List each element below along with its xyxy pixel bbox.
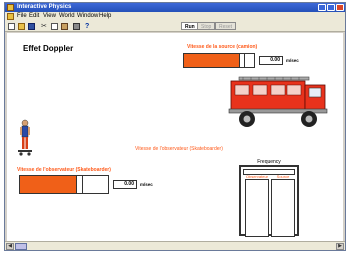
new-file-icon[interactable] — [8, 23, 15, 30]
copy-icon[interactable] — [51, 23, 58, 30]
skateboarder[interactable] — [17, 119, 33, 157]
observer-frequency-column: Observateur — [245, 174, 269, 237]
observer-speed-value[interactable]: 0.00 — [113, 180, 137, 189]
scroll-left-icon[interactable]: ◀ — [6, 243, 14, 250]
truck-window — [308, 87, 322, 98]
frequency-title: Frequency — [257, 159, 281, 165]
menu-help[interactable]: Help — [99, 12, 111, 21]
page-title: Effet Doppler — [23, 44, 74, 53]
print-icon[interactable] — [73, 23, 80, 30]
observer-speed-slider[interactable] — [19, 175, 109, 194]
observer-speed-caption: Vitesse de l'observateur (Skateboarder) — [135, 146, 223, 152]
source-speed-unit: m/sec — [286, 58, 299, 63]
menu-window[interactable]: Window — [77, 12, 98, 21]
tab-stop[interactable]: Stop — [197, 22, 216, 30]
help-icon[interactable]: ? — [85, 23, 92, 30]
source-speed-slider[interactable] — [183, 53, 255, 68]
toolbar: ✂ ? Run Stop Reset — [5, 21, 345, 32]
horizontal-scrollbar[interactable]: ◀ ▶ — [5, 241, 345, 250]
source-frequency-label: Source — [276, 174, 290, 179]
frequency-panel: Frequency Observateur Source — [239, 159, 299, 237]
scroll-thumb[interactable] — [15, 243, 27, 250]
source-speed-handle[interactable] — [239, 54, 245, 67]
menu-world[interactable]: World — [59, 12, 75, 21]
document-icon — [7, 13, 14, 20]
app-window: Interactive Physics File Edit View World… — [4, 2, 346, 251]
observer-frequency-label: Observateur — [246, 174, 269, 179]
source-speed-fill — [184, 54, 239, 67]
menu-bar: File Edit View World Window Help — [5, 12, 345, 21]
observer-speed-label: Vitesse de l'observateur (Skateboarder) — [17, 167, 111, 173]
simulation-canvas[interactable]: Effet Doppler Vitesse de la source (cami… — [7, 33, 343, 241]
scroll-right-icon[interactable]: ▶ — [336, 243, 344, 250]
close-button[interactable] — [336, 4, 344, 11]
source-frequency-column: Source — [271, 174, 295, 237]
open-folder-icon[interactable] — [18, 23, 25, 30]
source-speed-label: Vitesse de la source (camion) — [187, 44, 258, 50]
fire-truck[interactable] — [225, 75, 329, 129]
maximize-button[interactable] — [327, 4, 335, 11]
observer-speed-handle[interactable] — [76, 176, 83, 193]
menu-view[interactable]: View — [43, 12, 56, 21]
menu-file[interactable]: File — [17, 12, 27, 21]
save-icon[interactable] — [28, 23, 35, 30]
minimize-button[interactable] — [318, 4, 326, 11]
tab-reset[interactable]: Reset — [215, 22, 237, 30]
observer-speed-unit: m/sec — [140, 182, 153, 187]
observer-speed-fill — [20, 176, 76, 193]
ladder — [238, 76, 310, 81]
paste-icon[interactable] — [61, 23, 68, 30]
menu-edit[interactable]: Edit — [29, 12, 39, 21]
source-speed-value[interactable]: 0.00 — [259, 56, 283, 65]
title-bar: Interactive Physics — [5, 3, 345, 12]
cut-icon[interactable]: ✂ — [41, 23, 48, 30]
window-title: Interactive Physics — [17, 4, 72, 10]
app-icon — [7, 4, 14, 11]
